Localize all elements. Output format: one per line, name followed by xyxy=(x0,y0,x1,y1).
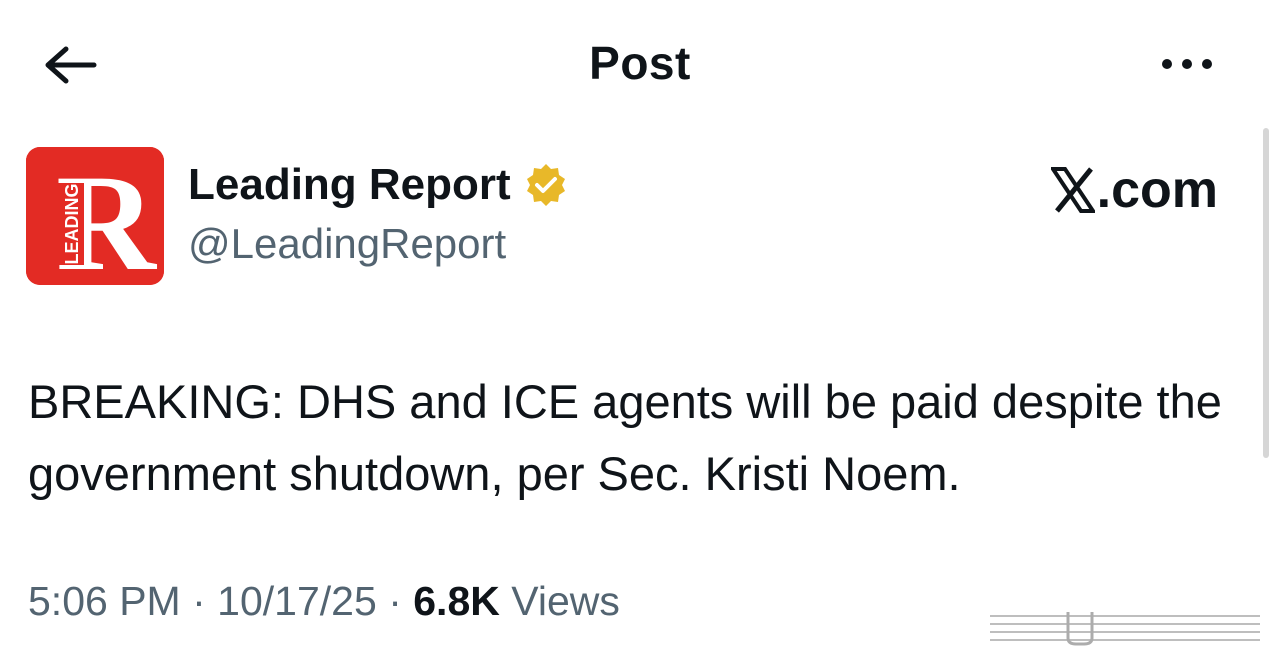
leading-report-logo: R LEADING xyxy=(26,147,164,285)
meta-separator: · xyxy=(388,578,402,624)
x-logo-icon xyxy=(1050,167,1095,213)
author-name-text: Leading Report xyxy=(188,160,511,209)
verified-badge-icon xyxy=(523,162,569,208)
post-meta: 5:06 PM · 10/17/25 · 6.8K Views xyxy=(28,578,620,625)
views-label: Views xyxy=(511,578,620,624)
scrollbar[interactable] xyxy=(1263,128,1269,458)
avatar[interactable]: R LEADING xyxy=(26,147,164,285)
views-count[interactable]: 6.8K xyxy=(413,578,500,624)
page-title: Post xyxy=(589,37,691,89)
top-bar: Post xyxy=(0,0,1280,130)
brand-label: .com xyxy=(1050,160,1218,220)
avatar-wordmark: LEADING xyxy=(62,184,82,265)
author-display-name[interactable]: Leading Report xyxy=(188,160,569,210)
post-time[interactable]: 5:06 PM xyxy=(28,578,181,624)
post-text: BREAKING: DHS and ICE agents will be pai… xyxy=(28,375,1222,500)
more-horizontal-icon xyxy=(1162,59,1212,69)
meta-separator: · xyxy=(192,578,206,624)
watermark-icon xyxy=(990,612,1260,646)
post-date[interactable]: 10/17/25 xyxy=(217,578,377,624)
author-handle[interactable]: @LeadingReport xyxy=(188,220,506,268)
more-button[interactable] xyxy=(1152,44,1222,84)
brand-text: .com xyxy=(1096,161,1218,219)
